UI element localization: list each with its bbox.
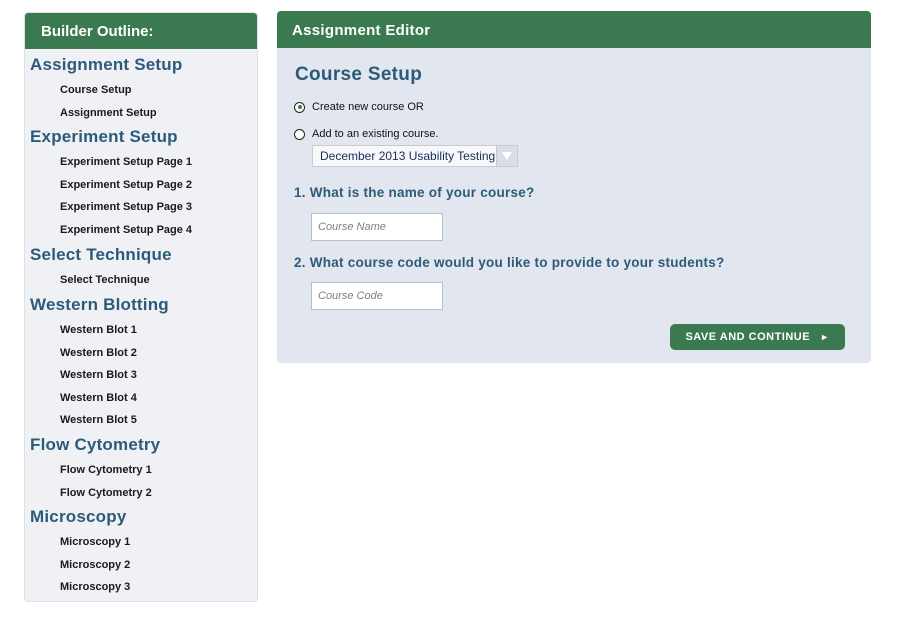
outline-item-assignment-setup[interactable]: Assignment Setup (30, 102, 250, 125)
section-title-flow-cytometry: Flow Cytometry (30, 435, 161, 454)
outline-item-microscopy-3[interactable]: Microscopy 3 (30, 576, 250, 599)
create-new-course-radio[interactable] (294, 101, 305, 113)
builder-outline-panel: Builder Outline: Assignment Setup Course… (24, 12, 258, 602)
outline-item-western-blot-2[interactable]: Western Blot 2 (30, 342, 250, 365)
outline-section-microscopy: Microscopy Microscopy 1 Microscopy 2 Mic… (30, 505, 250, 599)
course-name-input[interactable] (311, 213, 443, 241)
assignment-editor-panel: Assignment Editor Course Setup Create ne… (277, 11, 871, 363)
outline-section-western-blotting: Western Blotting Western Blot 1 Western … (30, 293, 250, 432)
existing-course-option[interactable]: Add to an existing course. (294, 128, 439, 140)
create-new-course-label: Create new course OR (312, 101, 424, 113)
create-new-course-option[interactable]: Create new course OR (294, 101, 424, 113)
outline-item-experiment-setup-page-1[interactable]: Experiment Setup Page 1 (30, 151, 250, 174)
outline-item-experiment-setup-page-4[interactable]: Experiment Setup Page 4 (30, 219, 250, 242)
outline-section-select-technique: Select Technique Select Technique (30, 243, 250, 292)
assignment-editor-title: Assignment Editor (277, 11, 871, 48)
play-arrow-icon: ► (820, 332, 830, 342)
outline-item-western-blot-4[interactable]: Western Blot 4 (30, 387, 250, 410)
outline-item-microscopy-2[interactable]: Microscopy 2 (30, 554, 250, 577)
existing-course-label: Add to an existing course. (312, 128, 439, 140)
section-title-experiment-setup: Experiment Setup (30, 127, 178, 146)
course-code-input[interactable] (311, 282, 443, 310)
existing-course-radio[interactable] (294, 128, 305, 140)
course-name-question: 1. What is the name of your course? (294, 185, 535, 200)
section-title-assignment-setup: Assignment Setup (30, 55, 183, 74)
builder-outline-title: Builder Outline: (25, 13, 257, 49)
outline-item-experiment-setup-page-2[interactable]: Experiment Setup Page 2 (30, 174, 250, 197)
outline-item-flow-cytometry-2[interactable]: Flow Cytometry 2 (30, 482, 250, 505)
outline-item-course-setup[interactable]: Course Setup (30, 79, 250, 102)
existing-course-select[interactable]: December 2013 Usability Testing (312, 145, 518, 167)
course-code-question: 2. What course code would you like to pr… (294, 255, 725, 270)
outline-section-flow-cytometry: Flow Cytometry Flow Cytometry 1 Flow Cyt… (30, 433, 250, 504)
outline-section-assignment-setup: Assignment Setup Course Setup Assignment… (30, 53, 250, 124)
course-setup-heading: Course Setup (295, 64, 423, 85)
section-title-select-technique: Select Technique (30, 245, 172, 264)
outline-item-experiment-setup-page-3[interactable]: Experiment Setup Page 3 (30, 196, 250, 219)
outline-item-western-blot-5[interactable]: Western Blot 5 (30, 409, 250, 432)
outline-item-western-blot-3[interactable]: Western Blot 3 (30, 364, 250, 387)
outline-item-western-blot-1[interactable]: Western Blot 1 (30, 319, 250, 342)
save-and-continue-label: SAVE AND CONTINUE (685, 331, 811, 343)
save-and-continue-button[interactable]: SAVE AND CONTINUE ► (670, 324, 845, 350)
outline-section-experiment-setup: Experiment Setup Experiment Setup Page 1… (30, 125, 250, 241)
outline-item-select-technique[interactable]: Select Technique (30, 269, 250, 292)
outline-item-microscopy-1[interactable]: Microscopy 1 (30, 531, 250, 554)
outline-item-flow-cytometry-1[interactable]: Flow Cytometry 1 (30, 459, 250, 482)
section-title-microscopy: Microscopy (30, 507, 127, 526)
chevron-down-icon[interactable] (496, 146, 517, 166)
existing-course-select-value: December 2013 Usability Testing (320, 149, 496, 163)
section-title-western-blotting: Western Blotting (30, 295, 169, 314)
